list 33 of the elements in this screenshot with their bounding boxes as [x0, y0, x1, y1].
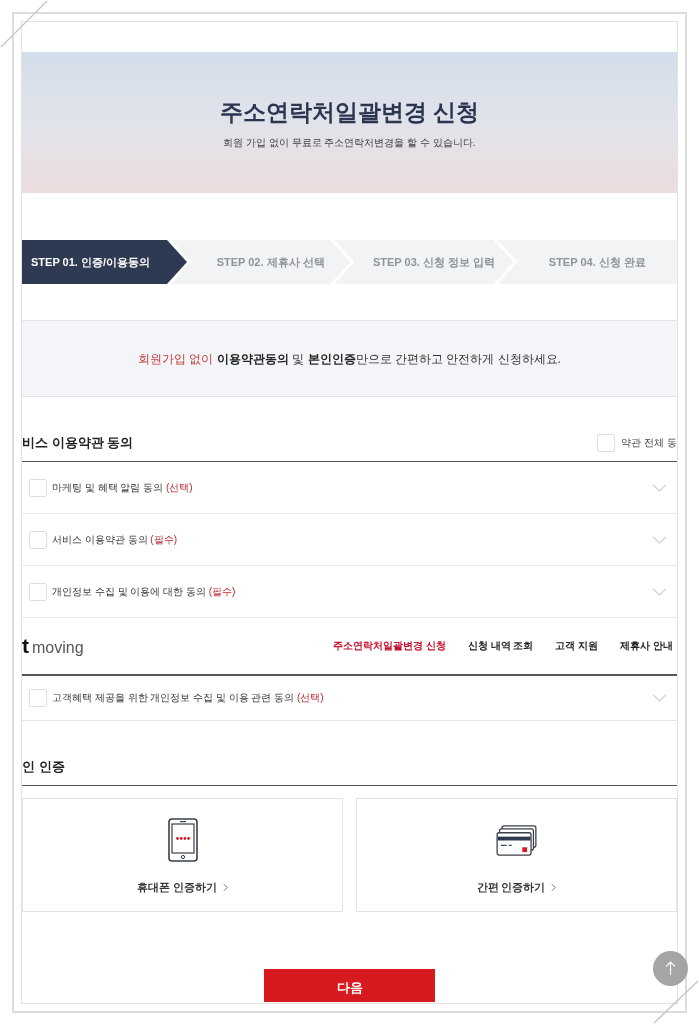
notice-text: 회원가입 없이 이용약관동의 및 본인인증만으로 간편하고 안전하게 신청하세요. [138, 350, 561, 367]
agree-all-label: 약관 전체 동 [621, 436, 677, 450]
page-subtitle: 회원 가입 없이 무료로 주소연락처변경을 할 수 있습니다. [223, 136, 476, 150]
nav-link[interactable]: 주소연락처일괄변경 신청 [333, 639, 446, 653]
section-title: 비스 이용약관 동의 [22, 434, 134, 452]
chevron-down-icon[interactable] [652, 483, 667, 492]
checkbox[interactable] [29, 530, 47, 549]
verification-option-button[interactable]: 휴대폰 인증하기 [22, 798, 343, 912]
chevron-right-icon [551, 882, 557, 892]
step-tab[interactable]: STEP 01. 인증/이용동의 [22, 240, 187, 284]
chevron-down-icon[interactable] [652, 587, 667, 596]
checkbox[interactable] [29, 689, 47, 707]
agree-all-checkbox[interactable] [597, 434, 616, 452]
term-label: 마케팅 및 혜택 알림 동의 (선택) [52, 480, 193, 495]
arrow-up-icon [665, 961, 676, 976]
nav-link[interactable]: 신청 내역 조회 [467, 639, 534, 653]
verification-option-button[interactable]: 간편 인증하기 [356, 798, 677, 912]
chevron-down-icon[interactable] [652, 535, 667, 544]
checkbox[interactable] [29, 582, 47, 601]
chevron-down-icon[interactable] [652, 694, 667, 702]
checkbox[interactable] [29, 478, 47, 497]
logo[interactable]: t moving [22, 633, 84, 659]
term-label: 고객혜택 제공을 위한 개인정보 수집 및 이용 관련 동의 (선택) [52, 691, 324, 705]
page-title: 주소연락처일괄변경 신청 [219, 98, 480, 127]
smartphone-icon [167, 818, 198, 862]
term-label: 개인정보 수집 및 이용에 대한 동의 (필수) [52, 584, 236, 599]
section-title: 인 인증 [22, 758, 65, 776]
credit-cards-icon [496, 824, 537, 856]
nav-link[interactable]: 제휴사 안내 [620, 639, 673, 653]
chevron-right-icon [222, 882, 228, 892]
term-label: 서비스 이용약관 동의 (필수) [52, 532, 177, 547]
next-button[interactable]: 다음 [264, 969, 435, 1002]
nav-link[interactable]: 고객 지원 [555, 639, 599, 653]
